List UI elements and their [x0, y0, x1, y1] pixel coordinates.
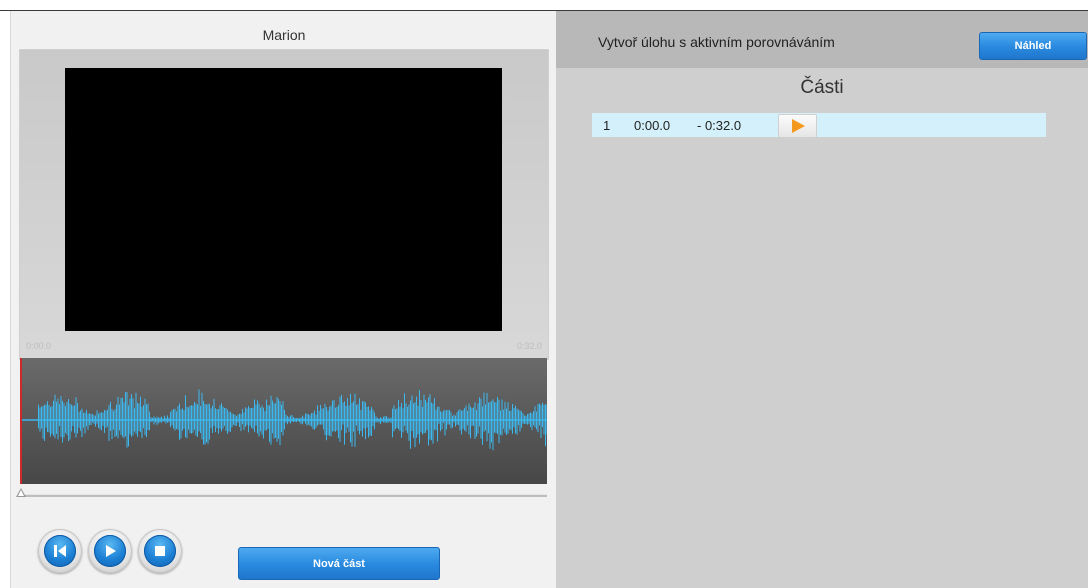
media-title: Marion	[262, 27, 306, 43]
video-player[interactable]	[65, 68, 502, 331]
playhead[interactable]	[20, 358, 22, 484]
part-end-time: - 0:32.0	[697, 118, 742, 133]
skip-to-start-button[interactable]	[38, 529, 82, 573]
time-start-label: 0:00.0	[26, 341, 52, 351]
media-panel: Marion 0:00.0 0:32.0 Nová část	[10, 11, 557, 588]
play-button[interactable]	[88, 529, 132, 573]
part-start-time: 0:00.0	[634, 118, 671, 133]
part-number: 1	[603, 118, 611, 133]
video-frame: 0:00.0 0:32.0	[19, 49, 549, 360]
play-icon	[106, 545, 116, 557]
preview-button[interactable]: Náhled	[979, 32, 1087, 60]
task-panel: Vytvoř úlohu s aktivním porovnáváním Náh…	[556, 11, 1088, 588]
parts-heading: Části	[800, 77, 844, 98]
task-header: Vytvoř úlohu s aktivním porovnáváním Náh…	[556, 11, 1088, 68]
time-end-label: 0:32.0	[516, 341, 542, 351]
seek-bar[interactable]	[16, 488, 547, 497]
audio-waveform[interactable]	[20, 358, 548, 484]
waveform-graphic	[20, 389, 548, 451]
part-play-button[interactable]	[778, 114, 817, 138]
part-row[interactable]: 1 0:00.0 - 0:32.0	[592, 113, 1046, 138]
skip-to-start-icon	[54, 545, 66, 557]
task-title: Vytvoř úlohu s aktivním porovnáváním	[598, 34, 835, 50]
stop-icon	[155, 546, 165, 556]
play-orange-icon	[791, 119, 805, 133]
new-part-button[interactable]: Nová část	[238, 547, 440, 580]
seek-thumb[interactable]	[16, 488, 26, 497]
stop-button[interactable]	[138, 529, 182, 573]
